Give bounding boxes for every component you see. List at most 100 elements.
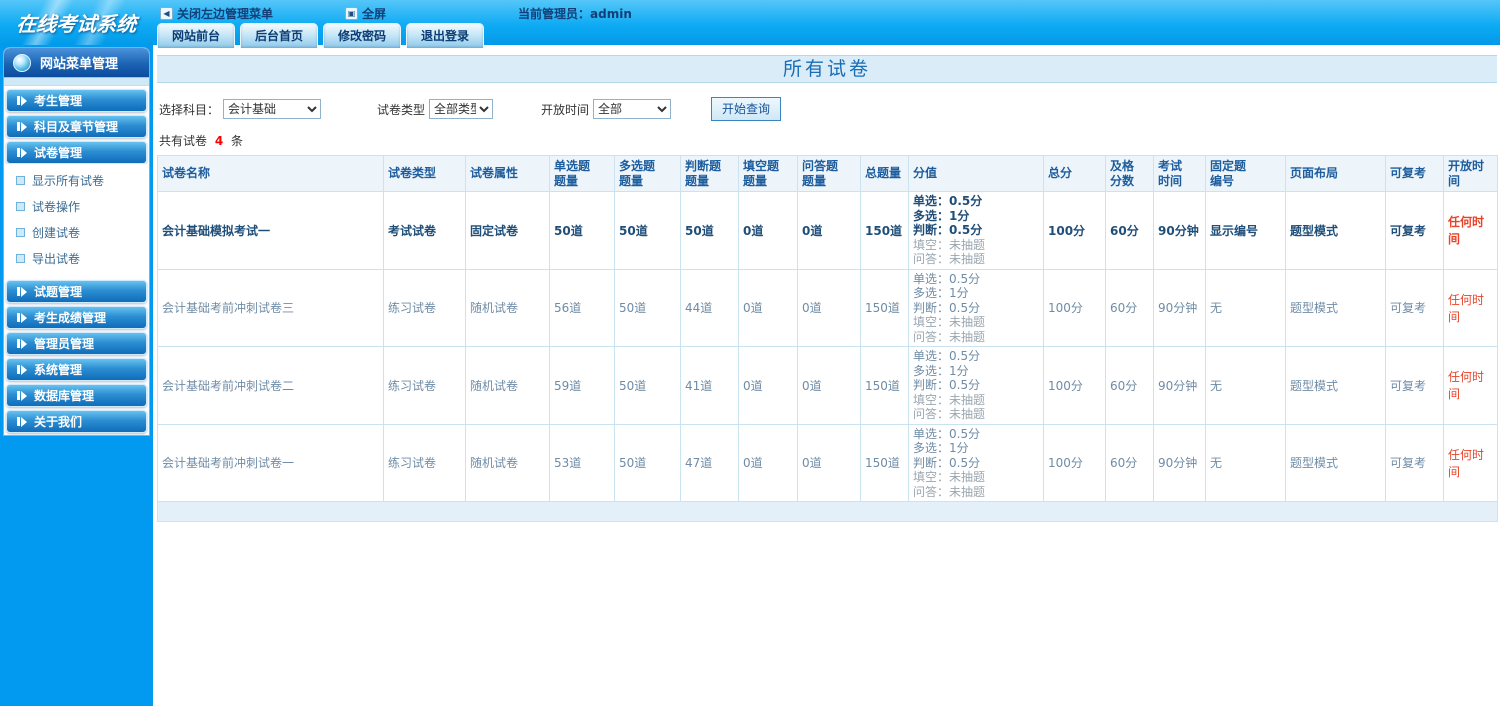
sidebar-item-1[interactable]: 试卷操作 [16,198,149,215]
sidebar-item-2[interactable]: 创建试卷 [16,224,149,241]
score-line: 单选：0.5分 [913,349,981,363]
blank-count: 0道 [738,191,798,270]
sidebar-menu: 考生管理科目及章节管理试卷管理显示所有试卷 试卷操作创建试卷导出试卷试题管理考生成… [4,89,149,433]
blank-count: 0道 [738,346,798,425]
table-row: 会计基础考前冲刺试卷三 练习试卷 随机试卷 56道 50道 44道 0道 0道 150道 单选：0… [157,268,1498,347]
tab-0[interactable]: 网站前台 [157,23,236,48]
tab-2[interactable]: 修改密码 [323,23,402,48]
table-footer-cell [157,501,1498,522]
pass-score: 60分 [1105,423,1154,502]
play-icon-triangle [21,364,27,375]
col-header-8: 总题量 [860,155,909,192]
search-button[interactable]: 开始查询 [711,97,782,121]
judge-count: 41道 [680,346,739,425]
close-left-menu-label: 关闭左边管理菜单 [177,7,274,21]
retake-flag: 可复考 [1385,346,1444,425]
sidebar-item-3[interactable]: 导出试卷 [16,250,149,267]
total-count: 150道 [860,191,909,270]
exam-type: 练习试卷 [383,268,466,347]
type-label: 试卷类型 [377,102,426,117]
sidebar-group-4[interactable]: 考生成绩管理 [6,306,147,329]
col-header-15: 可复考 [1385,155,1444,192]
sidebar-item-label: 创建试卷 [32,226,81,240]
col-header-6: 填空题 题量 [738,155,798,192]
square-icon [16,228,25,237]
page-layout: 题型模式 [1285,346,1386,425]
play-icon-triangle [21,312,27,323]
total-score: 100分 [1043,268,1106,347]
play-icon [17,390,27,401]
sidebar-panel-header: 网站菜单管理 [4,48,149,78]
sidebar-group-1[interactable]: 科目及章节管理 [6,115,147,138]
sidebar-panel: 网站菜单管理 考生管理科目及章节管理试卷管理显示所有试卷 试卷操作创建试卷导出试卷… [3,47,150,436]
single-count: 53道 [549,423,615,502]
open-time: 任何时间 [1443,346,1498,425]
judge-count: 50道 [680,191,739,270]
judge-count: 44道 [680,268,739,347]
exam-duration: 90分钟 [1153,346,1206,425]
col-header-7: 问答题 题量 [797,155,861,192]
time-select[interactable]: 全部 [593,99,672,119]
sidebar: 网站菜单管理 考生管理科目及章节管理试卷管理显示所有试卷 试卷操作创建试卷导出试卷… [0,45,153,706]
sidebar-title: 网站菜单管理 [40,57,119,72]
multi-count: 50道 [614,191,681,270]
sidebar-item-label: 导出试卷 [32,252,81,266]
sidebar-group-2[interactable]: 试卷管理 [6,141,147,164]
top-header: 在线考试系统 ◀ 关闭左边管理菜单 ▣ 全屏 当前管理员：admin 网站前台后… [0,0,1500,48]
sidebar-group-6[interactable]: 系统管理 [6,358,147,381]
score-line: 问答：未抽题 [913,329,986,344]
subject-select[interactable]: 会计基础 [223,99,322,119]
square-icon [16,254,25,263]
page-layout: 题型模式 [1285,268,1386,347]
play-icon-triangle [21,286,27,297]
result-count: 4 [214,134,224,148]
play-icon-triangle [21,121,27,132]
score-line: 问答：未抽题 [913,252,986,266]
play-icon-bar [17,391,20,400]
exam-duration: 90分钟 [1153,191,1206,270]
sidebar-group-7[interactable]: 数据库管理 [6,384,147,407]
col-header-14: 页面布局 [1285,155,1386,192]
col-header-3: 单选题 题量 [549,155,615,192]
pass-score: 60分 [1105,268,1154,347]
exam-name: 会计基础考前冲刺试卷二 [157,346,384,425]
qa-count: 0道 [797,268,861,347]
sidebar-group-0[interactable]: 考生管理 [6,89,147,112]
col-header-5: 判断题 题量 [680,155,739,192]
score-line: 填空：未抽题 [913,315,986,329]
col-header-13: 固定题 编号 [1205,155,1286,192]
table-row: 会计基础模拟考试一 考试试卷 固定试卷 50道 50道 50道 0道 0道 150道 单选：0.5… [157,191,1498,270]
retake-flag: 可复考 [1385,423,1444,502]
tab-1[interactable]: 后台首页 [240,23,319,48]
main-content: 所有试卷 选择科目： 会计基础 试卷类型 全部类型 开放时间 全部 开始查询 共… [153,45,1500,706]
sidebar-group-label: 试卷管理 [34,146,83,160]
play-icon-triangle [21,390,27,401]
type-select[interactable]: 全部类型 [429,99,494,119]
sidebar-group-3[interactable]: 试题管理 [6,280,147,303]
page-title: 所有试卷 [157,55,1497,83]
sidebar-group-5[interactable]: 管理员管理 [6,332,147,355]
score-values: 单选：0.5分 多选：1分 判断：0.5分 填空：未抽题 问答：未抽题 [908,191,1044,270]
play-icon-bar [17,313,20,322]
sidebar-item-0[interactable]: 显示所有试卷 [16,172,149,189]
page-layout: 题型模式 [1285,423,1386,502]
score-line: 判断：0.5分 [913,455,981,470]
col-header-4: 多选题 题量 [614,155,681,192]
summary-suffix: 条 [231,134,244,148]
fullscreen-button[interactable]: ▣ 全屏 [345,5,386,22]
sidebar-group-label: 试题管理 [34,285,83,299]
score-line: 单选：0.5分 [913,426,981,441]
exam-attr: 固定试卷 [465,191,550,270]
play-icon-triangle [21,95,27,106]
tab-3[interactable]: 退出登录 [406,23,485,48]
summary-prefix: 共有试卷 [159,134,208,148]
close-left-menu-button[interactable]: ◀ 关闭左边管理菜单 [160,5,273,22]
sidebar-group-8[interactable]: 关于我们 [6,410,147,433]
play-icon [17,364,27,375]
fullscreen-label: 全屏 [362,7,387,21]
col-header-16: 开放时间 [1443,155,1498,192]
score-line: 多选：1分 [913,363,969,378]
subject-label: 选择科目： [159,102,220,117]
sidebar-spacer [4,78,149,86]
collapse-left-icon: ◀ [160,7,173,20]
